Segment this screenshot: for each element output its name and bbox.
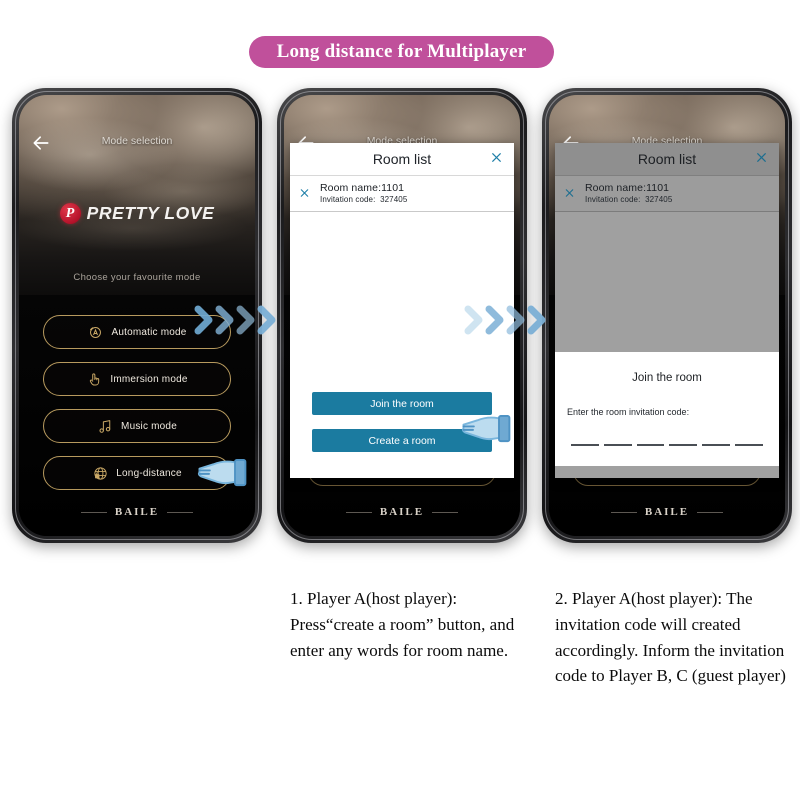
automatic-mode-icon xyxy=(87,324,104,341)
room-code-label: Invitation code: xyxy=(320,195,376,204)
music-note-icon xyxy=(97,418,114,435)
chevron-right-icon xyxy=(254,303,280,337)
page-root: Long distance for Multiplayer Mode selec… xyxy=(0,0,800,800)
room-code-value: 327405 xyxy=(380,195,408,204)
globe-lock-icon xyxy=(92,465,109,482)
close-icon[interactable] xyxy=(755,151,768,167)
mode-label: Automatic mode xyxy=(111,326,187,338)
phone-3-screen: Mode selection remote mode BAILE Room li… xyxy=(549,95,785,536)
room-code-line: Invitation code: 327405 xyxy=(585,195,769,204)
code-slot[interactable] xyxy=(636,444,665,446)
footer-brand: BAILE xyxy=(549,506,785,518)
hand-touch-icon xyxy=(86,371,103,388)
pointing-hand-icon xyxy=(460,408,512,450)
chevron-right-icon xyxy=(524,303,550,337)
caption-step-2: 2. Player A(host player): The invitation… xyxy=(555,589,786,686)
join-room-title: Join the room xyxy=(632,372,702,384)
flow-arrow-group-2 xyxy=(464,303,550,337)
footer-brand-label: BAILE xyxy=(114,506,160,518)
room-list-item[interactable]: Room name:1101 Invitation code: 327405 xyxy=(290,176,514,212)
room-code-value: 327405 xyxy=(645,195,673,204)
room-name-label: Room name: xyxy=(320,182,382,194)
mode-label: Immersion mode xyxy=(110,373,188,385)
room-list-item[interactable]: Room name:1101 Invitation code: 327405 xyxy=(555,176,779,212)
room-name-value: 1101 xyxy=(381,182,405,194)
footer-brand-label: BAILE xyxy=(379,506,425,518)
mode-subtitle: Choose your favourite mode xyxy=(73,272,201,283)
room-code-label: Invitation code: xyxy=(585,195,641,204)
remove-room-icon[interactable] xyxy=(299,187,310,200)
code-slot[interactable] xyxy=(735,444,763,446)
divider-right xyxy=(697,511,724,513)
room-name-line: Room name:1101 xyxy=(320,182,504,194)
dialog-header: Room list xyxy=(290,143,514,176)
mode-button-immersion[interactable]: Immersion mode xyxy=(43,362,231,396)
mode-label: Music mode xyxy=(121,420,177,432)
code-slot[interactable] xyxy=(669,444,698,446)
brand-logo: P PRETTY LOVE xyxy=(19,203,255,224)
phone-mockup-3: Mode selection remote mode BAILE Room li… xyxy=(542,88,792,543)
code-slot[interactable] xyxy=(702,444,731,446)
room-name-value: 1101 xyxy=(646,182,670,194)
dialog-header: Room list xyxy=(555,143,779,176)
divider-left xyxy=(610,511,637,513)
dialog-title: Room list xyxy=(372,151,432,167)
room-name-line: Room name:1101 xyxy=(585,182,769,194)
room-list-empty-area xyxy=(290,212,514,378)
remove-room-icon[interactable] xyxy=(564,187,575,200)
mode-label: Long-distance xyxy=(116,467,182,479)
brand-mark-icon: P xyxy=(59,203,81,224)
footer-brand-label: BAILE xyxy=(644,506,690,518)
page-title-badge: Long distance for Multiplayer xyxy=(249,36,554,68)
divider-left xyxy=(80,511,107,513)
brand-name: PRETTY LOVE xyxy=(86,203,215,223)
footer-brand: BAILE xyxy=(19,506,255,518)
join-room-overlay: Join the room Enter the room invitation … xyxy=(555,352,779,466)
caption-step-1: 1. Player A(host player): Press“create a… xyxy=(290,589,515,660)
invitation-code-input[interactable] xyxy=(567,444,767,446)
pointing-hand-icon xyxy=(196,452,248,494)
flow-arrow-group-1 xyxy=(194,303,280,337)
room-name-label: Room name: xyxy=(585,182,647,194)
close-icon[interactable] xyxy=(490,151,503,167)
mode-button-music[interactable]: Music mode xyxy=(43,409,231,443)
divider-left xyxy=(345,511,372,513)
code-slot[interactable] xyxy=(571,444,599,446)
divider-right xyxy=(432,511,459,513)
page-title: Mode selection xyxy=(101,135,173,147)
code-slot[interactable] xyxy=(603,444,632,446)
divider-right xyxy=(167,511,194,513)
footer-brand: BAILE xyxy=(284,506,520,518)
join-room-prompt: Enter the room invitation code: xyxy=(567,407,690,417)
room-code-line: Invitation code: 327405 xyxy=(320,195,504,204)
dialog-title: Room list xyxy=(637,151,697,167)
